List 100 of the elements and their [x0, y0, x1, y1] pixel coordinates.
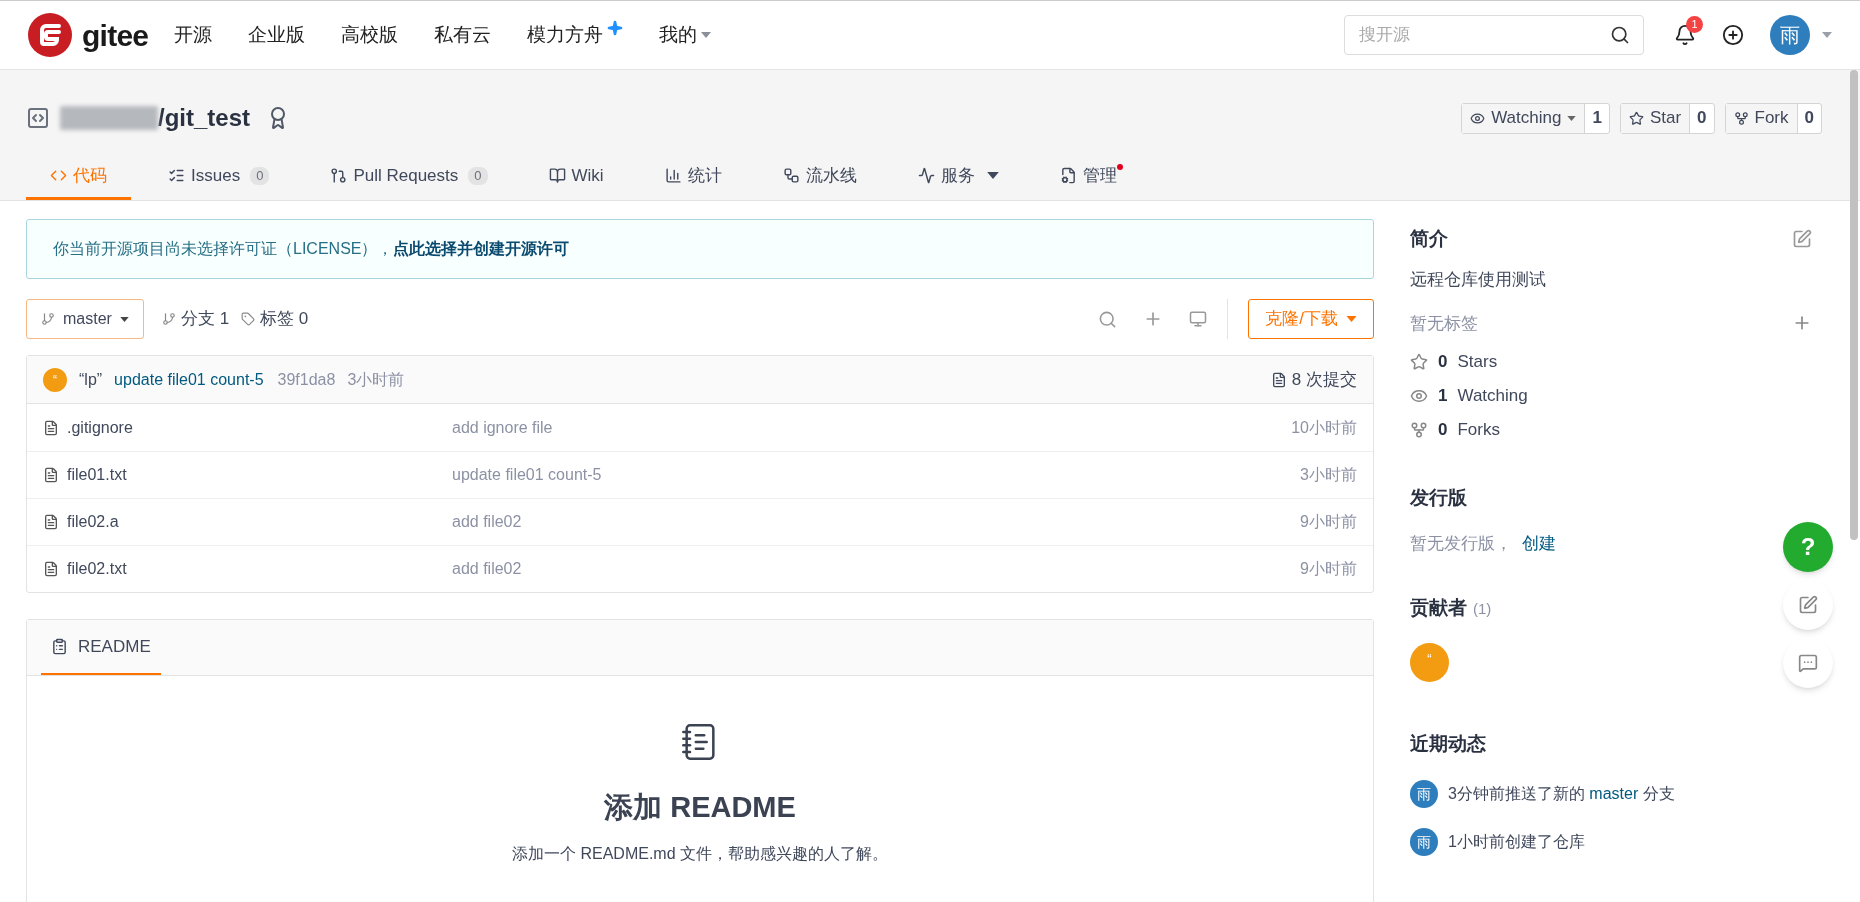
caret-icon	[1567, 115, 1577, 121]
file-time: 3小时前	[1300, 465, 1357, 485]
section-title: 发行版	[1410, 486, 1468, 510]
notification-badge: 1	[1686, 16, 1703, 33]
file-icon	[43, 514, 59, 530]
repo-tab[interactable]: Issues 0	[144, 154, 294, 200]
repo-tab[interactable]: 管理	[1035, 154, 1141, 200]
edit-icon	[1798, 595, 1818, 615]
branch-selector[interactable]: master	[26, 299, 144, 339]
feedback-button[interactable]	[1783, 580, 1833, 630]
pulse-icon	[917, 167, 935, 184]
stat-link[interactable]: 1 Watching	[1410, 384, 1812, 408]
edit-icon[interactable]	[1792, 229, 1812, 249]
file-name[interactable]: file02.a	[67, 510, 452, 534]
nav-link[interactable]: 开源	[174, 20, 213, 50]
repo-action-count[interactable]: 0	[1796, 103, 1821, 133]
repo-tab[interactable]: Pull Requests 0	[306, 154, 512, 200]
stat-link[interactable]: 0 Forks	[1410, 418, 1812, 442]
count-badge: 0	[250, 166, 270, 185]
caret-icon	[986, 172, 999, 179]
commit-time: 3小时前	[347, 369, 405, 390]
branch-link[interactable]: master	[1589, 785, 1639, 802]
repo-action-count[interactable]: 1	[1584, 103, 1609, 133]
file-icon	[43, 561, 59, 577]
chat-button[interactable]	[1783, 638, 1833, 688]
nav-link[interactable]: 企业版	[248, 20, 306, 50]
readme-title: 添加 README	[604, 790, 796, 825]
pull-request-icon	[330, 167, 348, 184]
file-time: 9小时前	[1300, 559, 1357, 579]
file-name[interactable]: file02.txt	[67, 557, 452, 581]
releases-text: 暂无发行版，	[1410, 533, 1512, 553]
repository-name[interactable]: /git_test	[158, 100, 250, 136]
repo-tab[interactable]: 统计	[640, 154, 746, 200]
repo-action-button[interactable]: Fork	[1725, 103, 1797, 133]
nav-link[interactable]: 高校版	[341, 20, 399, 50]
chat-icon	[1798, 653, 1818, 673]
tag-icon	[241, 312, 256, 326]
document-icon	[1270, 371, 1287, 388]
branches-link[interactable]: 分支 1	[161, 306, 230, 332]
user-avatar[interactable]: 雨	[1770, 15, 1810, 55]
search-icon[interactable]	[1610, 25, 1630, 45]
caret-icon[interactable]	[1822, 32, 1832, 38]
add-icon[interactable]	[1722, 24, 1744, 46]
file-name[interactable]: file01.txt	[67, 463, 452, 487]
nav-link[interactable]: 我的	[659, 20, 712, 50]
commit-count-link[interactable]: 8 次提交	[1270, 366, 1357, 393]
stat-link[interactable]: 0 Stars	[1410, 350, 1812, 374]
scrollbar[interactable]	[1850, 70, 1858, 540]
repo-action-count[interactable]: 0	[1689, 103, 1714, 133]
file-time: 9小时前	[1300, 512, 1357, 532]
section-title: 贡献者	[1410, 596, 1467, 620]
document-gear-icon	[1059, 167, 1077, 184]
file-icon	[43, 467, 59, 483]
repo-action-button[interactable]: Watching	[1462, 103, 1585, 133]
section-title: 近期动态	[1410, 731, 1487, 756]
repo-tab[interactable]: 流水线	[758, 154, 881, 200]
monitor-icon[interactable]	[1189, 310, 1208, 328]
pipeline-icon	[782, 167, 800, 184]
repo-tab[interactable]: Wiki	[524, 154, 628, 200]
create-release-link[interactable]: 创建	[1522, 533, 1556, 553]
clipboard-icon	[51, 638, 68, 655]
fork-icon	[1733, 110, 1749, 126]
notice-text: 你当前开源项目尚未选择许可证（LICENSE），	[53, 239, 394, 259]
logo-text[interactable]: gitee	[82, 12, 149, 58]
book-icon	[548, 167, 566, 184]
user-avatar[interactable]: 雨	[1410, 780, 1438, 808]
file-time: 10小时前	[1291, 417, 1357, 438]
license-link[interactable]: 点此选择并创建开源许可	[393, 237, 570, 261]
branch-icon	[41, 312, 55, 326]
file-icon	[43, 419, 59, 436]
repo-tab[interactable]: 服务	[893, 154, 1023, 200]
user-avatar[interactable]: 雨	[1410, 828, 1438, 856]
readme-tab[interactable]: README	[41, 620, 161, 675]
commit-author[interactable]: “lp”	[79, 367, 103, 392]
tags-link[interactable]: 标签 0	[241, 306, 309, 332]
caret-icon	[1346, 316, 1357, 322]
contributors-count: (1)	[1473, 599, 1492, 619]
checklist-icon	[168, 167, 185, 184]
eye-icon	[1470, 110, 1486, 126]
count-badge: 0	[468, 166, 488, 185]
eye-icon	[1410, 387, 1428, 405]
commit-message[interactable]: update file01 count-5	[114, 367, 264, 392]
branch-icon	[161, 312, 176, 326]
search-field[interactable]: 搜开源	[1344, 15, 1644, 55]
section-title: 简介	[1410, 226, 1448, 251]
caret-icon	[119, 316, 129, 322]
activity-text: 3分钟前推送了新的 master 分支	[1448, 784, 1675, 804]
sparkle-icon	[607, 20, 624, 36]
gitee-logo-icon[interactable]	[28, 13, 72, 57]
repo-description: 远程仓库使用测试	[1410, 269, 1547, 291]
activity-text: 1小时前创建了仓库	[1448, 832, 1585, 852]
nav-link[interactable]: 私有云	[434, 20, 492, 50]
nav-link[interactable]: 模力方舟	[527, 20, 624, 50]
repo-action-button[interactable]: Star	[1620, 103, 1690, 133]
file-name[interactable]: .gitignore	[67, 415, 452, 440]
star-icon	[1410, 353, 1428, 371]
caret-icon	[701, 32, 712, 38]
readme-subtitle: 添加一个 README.md 文件，帮助感兴趣的人了解。	[512, 843, 888, 864]
no-tags-text: 暂无标签	[1410, 312, 1478, 335]
bar-chart-icon	[664, 167, 682, 184]
